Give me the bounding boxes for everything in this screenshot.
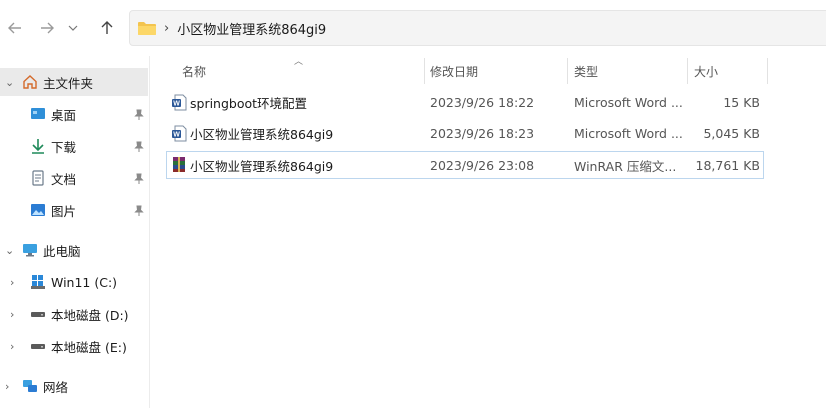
column-divider[interactable]	[767, 58, 768, 84]
sidebar-item-label: 本地磁盘 (D:)	[51, 307, 129, 323]
column-header-date[interactable]: 修改日期	[430, 56, 564, 86]
pin-icon[interactable]	[134, 109, 144, 121]
file-type: Microsoft Word ...	[574, 125, 683, 141]
sidebar-item-pictures[interactable]: 图片	[0, 196, 148, 224]
chevron-right-icon[interactable]: ›	[10, 340, 14, 353]
arrow-left-icon	[8, 22, 21, 34]
chevron-right-icon[interactable]: ›	[10, 308, 14, 321]
arrow-up-icon	[101, 21, 113, 34]
file-row[interactable]: W springboot环境配置 2023/9/26 18:22 Microso…	[166, 89, 764, 117]
sidebar-item-label: 桌面	[51, 107, 77, 123]
svg-text:W: W	[173, 132, 180, 139]
svg-text:W: W	[173, 101, 180, 108]
chevron-down-icon[interactable]: ⌄	[5, 76, 14, 89]
sidebar-item-label: Win11 (C:)	[51, 274, 118, 290]
address-bar[interactable]: › 小区物业管理系统864gi9	[129, 10, 826, 46]
file-row[interactable]: 小区物业管理系统864gi9 2023/9/26 23:08 WinRAR 压缩…	[166, 151, 764, 179]
hard-drive-icon	[31, 344, 45, 349]
sidebar-item-downloads[interactable]: 下载	[0, 132, 148, 160]
column-divider[interactable]	[567, 58, 568, 84]
sidebar-item-label: 图片	[51, 203, 77, 219]
document-icon	[32, 170, 44, 186]
arrow-right-icon	[41, 22, 54, 34]
up-button[interactable]	[94, 14, 120, 42]
sidebar-item-this-pc[interactable]: ⌄ 此电脑	[0, 236, 148, 264]
back-button[interactable]	[2, 14, 28, 42]
chevron-down-icon[interactable]: ⌄	[5, 244, 14, 257]
sidebar-item-desktop[interactable]: 桌面	[0, 100, 148, 128]
file-name: springboot环境配置	[190, 95, 308, 111]
sidebar-item-label: 网络	[43, 379, 69, 395]
file-date: 2023/9/26 23:08	[430, 157, 535, 173]
column-header-size[interactable]: 大小	[694, 56, 764, 86]
recent-locations-button[interactable]	[60, 14, 86, 42]
file-name: 小区物业管理系统864gi9	[190, 126, 334, 142]
file-date: 2023/9/26 18:23	[430, 125, 535, 141]
file-size: 18,761 KB	[695, 157, 760, 173]
pin-icon[interactable]	[134, 141, 144, 153]
sidebar-item-label: 本地磁盘 (E:)	[51, 339, 127, 355]
word-doc-icon: W	[172, 125, 187, 142]
word-doc-icon: W	[172, 94, 187, 111]
column-header-type[interactable]: 类型	[574, 56, 684, 86]
winrar-archive-icon	[173, 157, 185, 172]
chevron-right-icon[interactable]: ›	[5, 380, 9, 393]
windows-drive-icon	[31, 275, 45, 289]
column-divider[interactable]	[687, 58, 688, 84]
file-type: Microsoft Word ...	[574, 94, 683, 110]
download-icon	[32, 139, 44, 154]
forward-button[interactable]	[34, 14, 60, 42]
pictures-icon	[31, 204, 45, 216]
sidebar-item-label: 主文件夹	[43, 75, 94, 91]
desktop-icon	[31, 108, 45, 119]
navigation-bar: › 小区物业管理系统864gi9	[0, 0, 826, 56]
sidebar-item-home[interactable]: ⌄ 主文件夹	[0, 68, 148, 96]
file-size: 15 KB	[723, 94, 760, 110]
sidebar-item-network[interactable]: › 网络	[0, 372, 148, 400]
sidebar-item-label: 文档	[51, 171, 77, 187]
network-icon	[23, 380, 37, 392]
column-header-name[interactable]: 名称	[182, 56, 422, 86]
file-name: 小区物业管理系统864gi9	[190, 158, 334, 174]
home-icon	[23, 75, 37, 89]
navigation-pane: ⌄ 主文件夹 桌面 下载 文档 图片 ⌄ 此电脑 › Win11 (C:) ›	[0, 56, 150, 408]
file-date: 2023/9/26 18:22	[430, 94, 535, 110]
sidebar-item-drive-d[interactable]: › 本地磁盘 (D:)	[0, 300, 148, 328]
file-row[interactable]: W 小区物业管理系统864gi9 2023/9/26 18:23 Microso…	[166, 120, 764, 148]
sidebar-item-drive-c[interactable]: › Win11 (C:)	[0, 268, 148, 296]
sidebar-item-documents[interactable]: 文档	[0, 164, 148, 192]
pin-icon[interactable]	[134, 173, 144, 185]
hard-drive-icon	[31, 312, 45, 317]
file-type: WinRAR 压缩文...	[574, 158, 677, 174]
pin-icon[interactable]	[134, 205, 144, 217]
sidebar-item-label: 下载	[51, 139, 77, 155]
breadcrumb-separator[interactable]: ›	[164, 21, 169, 36]
sidebar-item-drive-e[interactable]: › 本地磁盘 (E:)	[0, 332, 148, 360]
sidebar-item-label: 此电脑	[43, 243, 81, 259]
column-divider[interactable]	[424, 58, 425, 84]
file-size: 5,045 KB	[703, 125, 760, 141]
chevron-right-icon[interactable]: ›	[10, 276, 14, 289]
breadcrumb-current-folder[interactable]: 小区物业管理系统864gi9	[177, 19, 326, 38]
folder-icon	[138, 22, 156, 35]
computer-icon	[23, 244, 37, 257]
chevron-down-icon	[68, 25, 78, 31]
